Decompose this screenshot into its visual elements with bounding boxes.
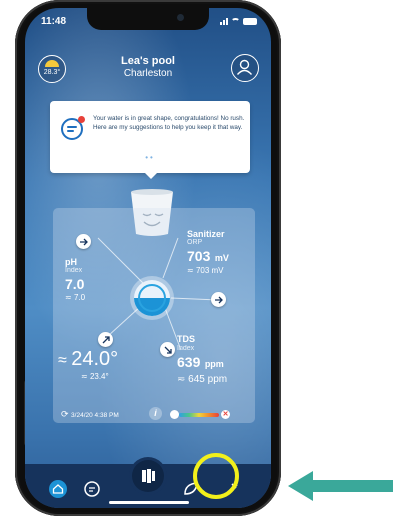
wifi-icon [231,17,240,25]
last-measure-time: 3/24/20 4:38 PM [71,412,119,419]
timestamp-row[interactable]: ⟳ 3/24/20 4:38 PM [61,409,119,420]
notch [87,8,209,30]
highlight-circle [193,453,239,499]
notification-dot [78,116,85,123]
sanitizer-detail-button[interactable] [211,292,226,307]
advice-text: Your water is in great shape, congratula… [93,115,245,131]
tds-detail-button[interactable] [160,342,175,357]
ph-target: 7.0 [73,293,86,302]
temperature-value: 24.0° [71,348,119,370]
sanitizer-value: 703 [187,248,211,264]
pool-panel-button[interactable] [132,460,164,492]
ph-sublabel: Index [65,267,83,274]
tds-value-row: 639 ppm [177,354,224,372]
battery-icon [243,17,257,25]
target-tilde-icon: ≂ [177,374,189,385]
status-icons [220,17,257,25]
home-icon[interactable] [47,478,69,500]
user-icon [236,59,253,75]
target-tilde-icon: ≂ [65,293,74,302]
profile-button[interactable] [231,54,259,82]
gauge-ring [138,284,166,312]
target-tilde-icon: ≂ [81,372,90,381]
temperature-approx: ≈ [58,352,67,369]
sanitizer-value-row: 703 mV [187,248,229,266]
info-button[interactable]: i [149,407,162,420]
temperature-target-row: ≂ 23.4° [81,372,109,381]
water-gauge[interactable] [134,280,170,316]
temperature-target: 23.4° [89,372,109,381]
arrow-left-icon [288,471,393,501]
tds-sublabel: Index [177,345,195,352]
check-icon [170,410,179,419]
home-indicator[interactable] [109,501,189,504]
arrow-right-icon [214,296,223,303]
tds-unit: ppm [204,359,224,369]
status-time: 11:48 [41,16,67,27]
arrow-right-icon [79,238,88,245]
ph-target-row: ≂ 7.0 [65,293,85,302]
page-dots[interactable]: •• [50,153,250,162]
tds-label: TDS [177,334,195,344]
chat-icon[interactable] [81,478,103,500]
ph-value: 7.0 [65,276,85,292]
tds-target-row: ≂ 645 ppm [177,374,227,385]
phone-frame: 11:48 28.3° Lea's pool Charleston Your w… [15,0,281,516]
sanitizer-sublabel: ORP [187,239,203,246]
temperature-detail-button[interactable] [98,332,113,347]
arrow-down-right-icon [164,346,172,354]
arrow-up-right-icon [102,335,110,343]
ph-label: pH [65,257,77,267]
pool-panel-icon [142,469,155,483]
quality-legend-bar [179,413,219,417]
camera [177,14,184,21]
advice-card[interactable]: Your water is in great shape, congratula… [50,101,250,179]
chat-bubble-icon [61,116,85,140]
refresh-icon: ⟳ [61,409,72,419]
target-tilde-icon: ≂ [187,266,196,275]
sanitizer-unit: mV [214,253,229,263]
close-icon: ✕ [221,410,230,419]
signal-icon [220,17,228,25]
app-screen: 11:48 28.3° Lea's pool Charleston Your w… [25,8,271,508]
temperature-value-row: ≈ 24.0° [58,348,118,371]
tds-value: 639 [177,354,201,370]
sanitizer-target-row: ≂ 703 mV [187,266,224,275]
ph-detail-button[interactable] [76,234,91,249]
tds-target: 645 ppm [188,374,228,385]
sanitizer-label: Sanitizer [187,229,225,239]
sanitizer-target: 703 mV [195,266,224,275]
